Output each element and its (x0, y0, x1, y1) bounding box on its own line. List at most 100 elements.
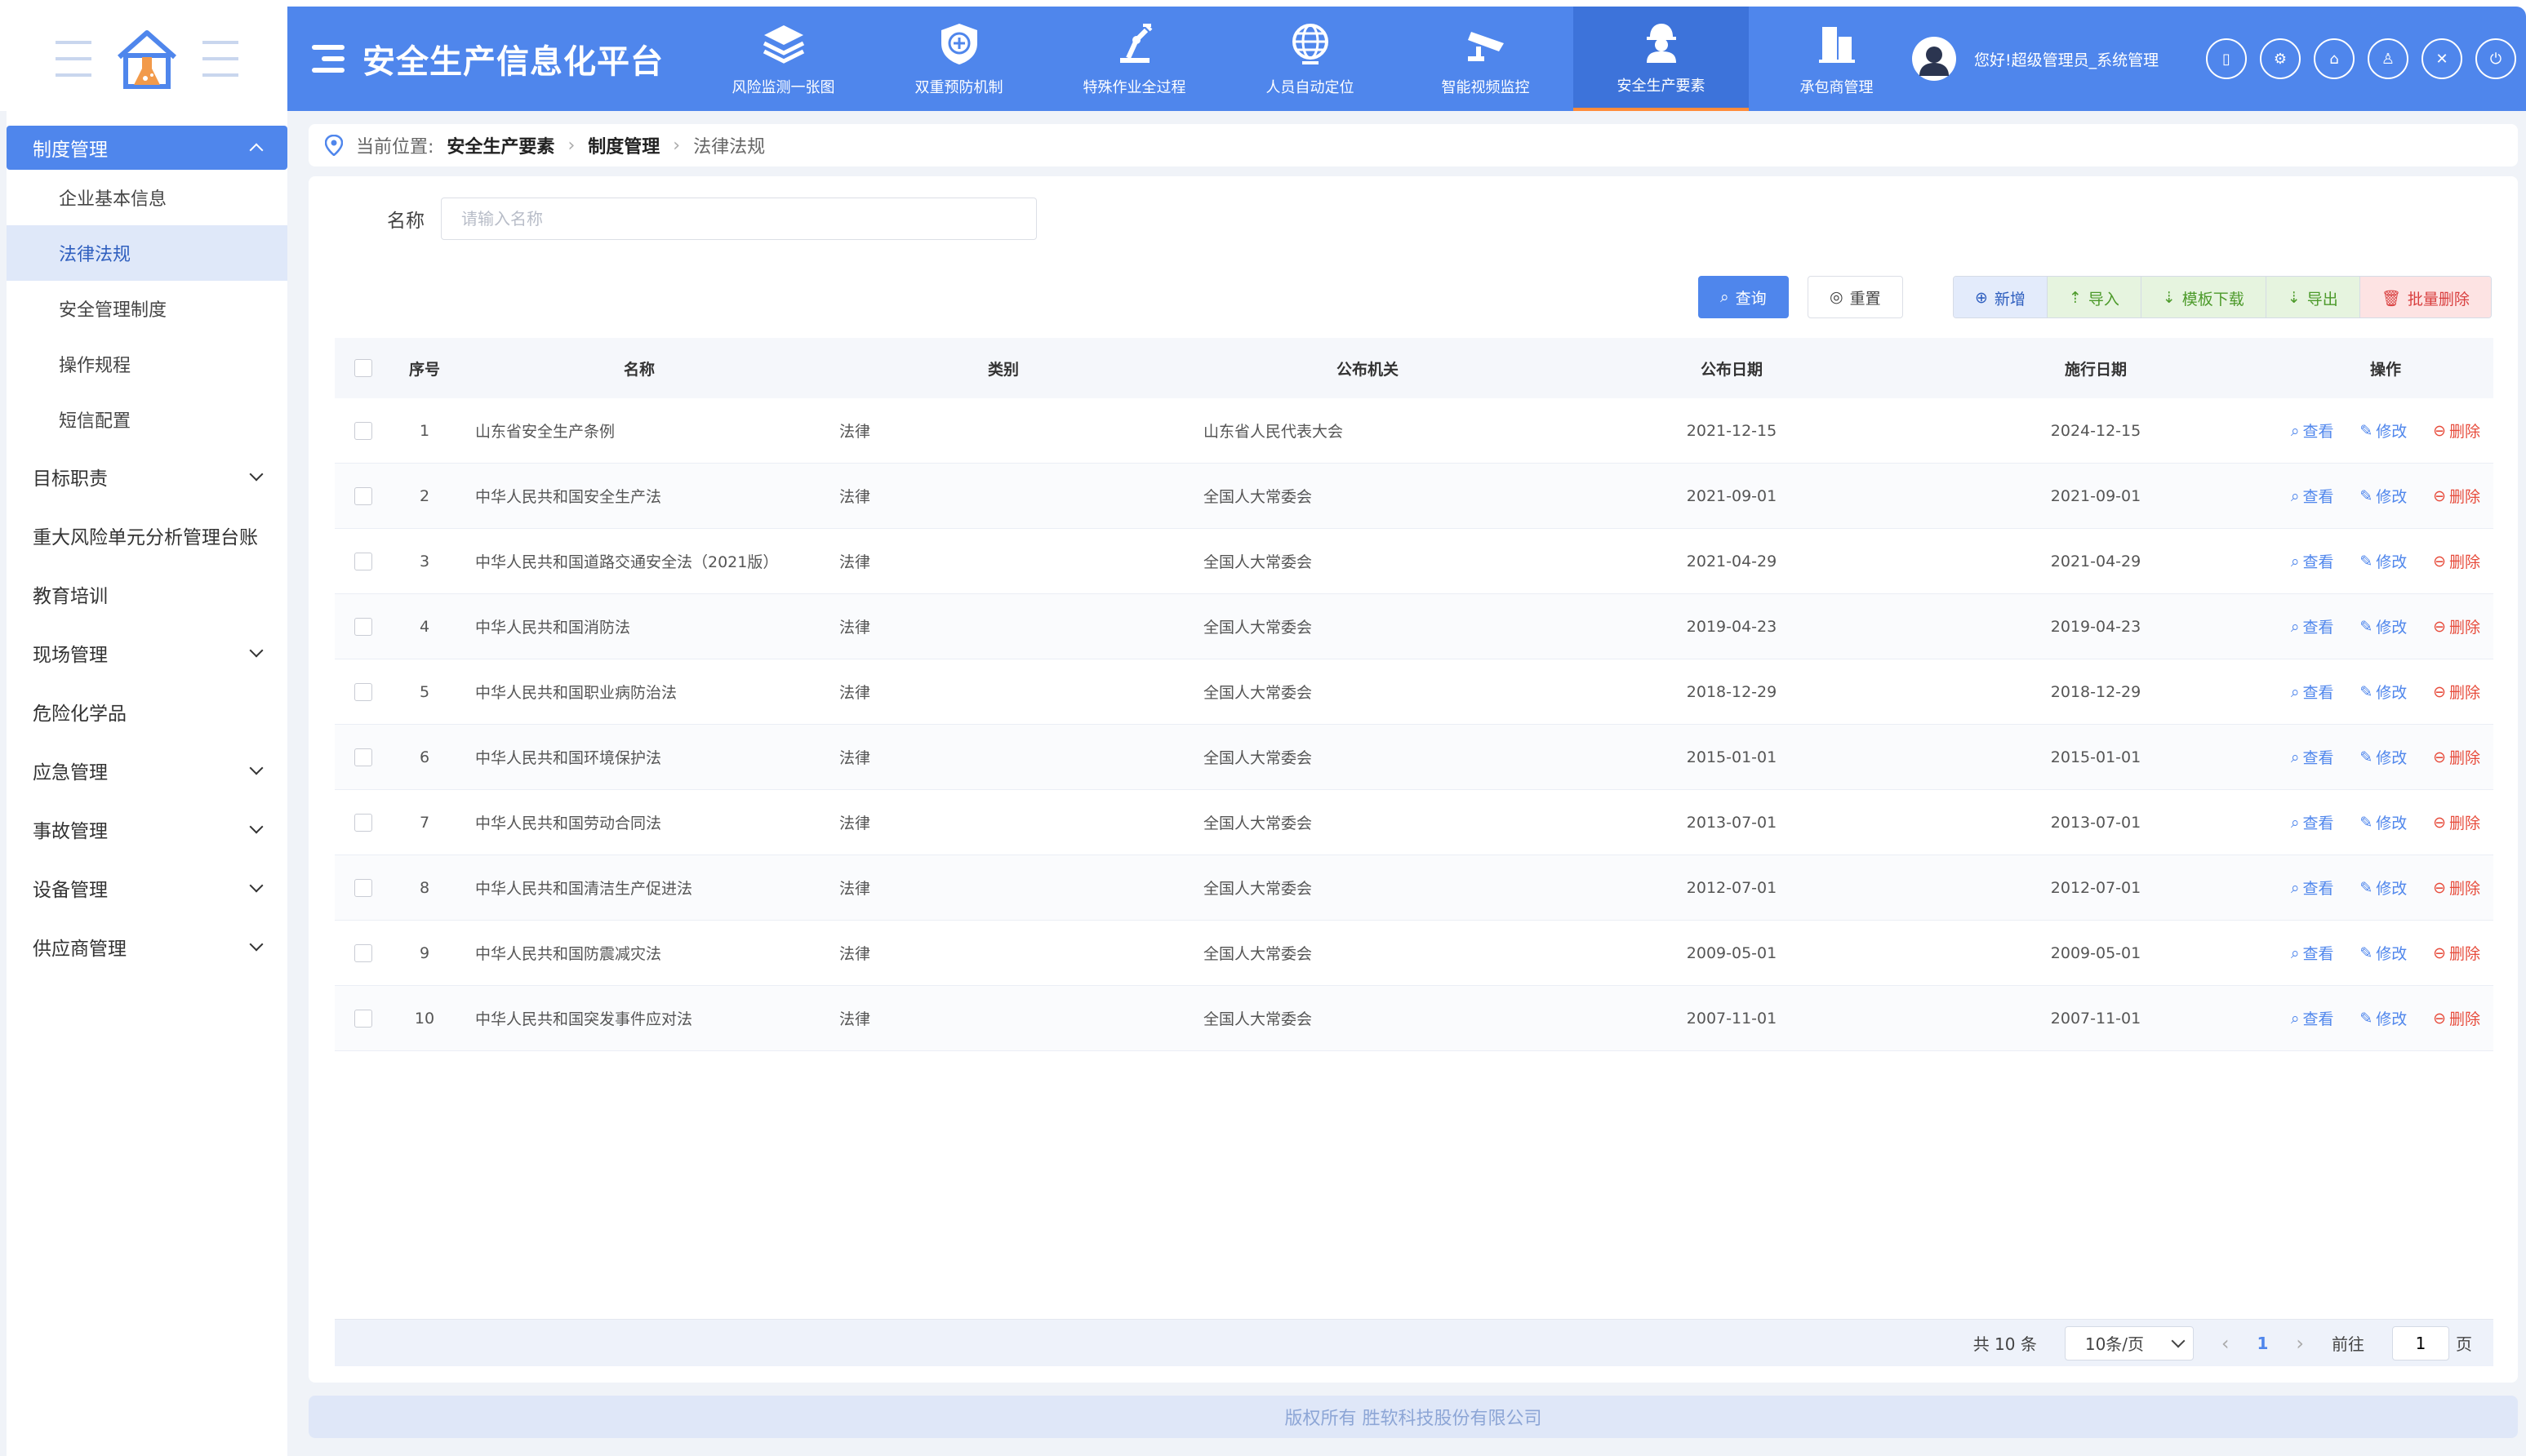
edit-button[interactable]: ✎ 修改 (2359, 1007, 2407, 1029)
sidebar-group-targets[interactable]: 目标职责 (7, 447, 287, 506)
cell-eff-date: 2007-11-01 (2050, 1009, 2141, 1028)
batch-delete-button[interactable]: 🗑 批量删除 (2359, 277, 2491, 317)
delete-button[interactable]: ⊖ 删除 (2433, 877, 2480, 899)
sidebar-item-safety-rules[interactable]: 安全管理制度 (7, 281, 287, 336)
view-button[interactable]: ⌕ 查看 (2291, 681, 2334, 703)
pagination: 共 10 条 10条/页 ‹ 1 › 前往 页 (335, 1319, 2493, 1366)
plus-circle-icon: ⊕ (1975, 289, 1988, 307)
row-checkbox[interactable] (354, 552, 372, 570)
sidebar-item-operation-rules[interactable]: 操作规程 (7, 336, 287, 392)
col-type: 类别 (987, 360, 1019, 379)
cell-name: 中华人民共和国突发事件应对法 (475, 1010, 693, 1028)
row-checkbox[interactable] (354, 1009, 372, 1028)
view-button[interactable]: ⌕ 查看 (2291, 746, 2334, 768)
nav-video-monitor[interactable]: 智能视频监控 (1398, 7, 1573, 111)
page-size-select[interactable]: 10条/页 (2064, 1325, 2194, 1361)
edit-button[interactable]: ✎ 修改 (2359, 419, 2407, 442)
edit-button[interactable]: ✎ 修改 (2359, 615, 2407, 637)
sidebar-item-company-info[interactable]: 企业基本信息 (7, 170, 287, 225)
row-checkbox[interactable] (354, 943, 372, 962)
nav-personnel-location[interactable]: 人员自动定位 (1222, 7, 1398, 111)
delete-button[interactable]: ⊖ 删除 (2433, 942, 2480, 964)
delete-button[interactable]: ⊖ 删除 (2433, 681, 2480, 703)
cell-org: 全国人大常委会 (1203, 684, 1313, 702)
select-all-checkbox[interactable] (354, 359, 372, 377)
tablet-icon[interactable]: ▯ (2206, 38, 2247, 79)
fullscreen-icon[interactable]: ✕ (2421, 38, 2462, 79)
breadcrumb-item-elements[interactable]: 安全生产要素 (447, 132, 554, 158)
hamburger-menu-icon[interactable] (312, 45, 345, 73)
sidebar-group-emergency[interactable]: 应急管理 (7, 741, 287, 800)
delete-button[interactable]: ⊖ 删除 (2433, 615, 2480, 637)
delete-button[interactable]: ⊖ 删除 (2433, 811, 2480, 833)
sidebar-group-chemicals[interactable]: 危险化学品 (7, 682, 287, 741)
gear-icon[interactable]: ⚙ (2260, 38, 2301, 79)
sidebar: 制度管理 企业基本信息 法律法规 安全管理制度 操作规程 短信配置 目标职责 重… (7, 111, 287, 1456)
query-button[interactable]: ⌕ 查询 (1698, 276, 1789, 318)
edit-button[interactable]: ✎ 修改 (2359, 485, 2407, 507)
search-input[interactable] (441, 198, 1037, 240)
edit-button[interactable]: ✎ 修改 (2359, 811, 2407, 833)
current-page[interactable]: 1 (2257, 1334, 2268, 1353)
nav-contractor[interactable]: 承包商管理 (1749, 7, 1924, 111)
edit-button[interactable]: ✎ 修改 (2359, 942, 2407, 964)
sidebar-group-equipment[interactable]: 设备管理 (7, 859, 287, 917)
edit-button[interactable]: ✎ 修改 (2359, 746, 2407, 768)
cell-pub-date: 2021-09-01 (1686, 486, 1777, 505)
nav-safety-elements[interactable]: 安全生产要素 (1573, 7, 1749, 111)
row-checkbox[interactable] (354, 617, 372, 636)
template-download-button[interactable]: ⇣ 模板下载 (2141, 277, 2266, 317)
view-button[interactable]: ⌕ 查看 (2291, 550, 2334, 572)
view-button[interactable]: ⌕ 查看 (2291, 615, 2334, 637)
view-button[interactable]: ⌕ 查看 (2291, 419, 2334, 442)
avatar[interactable] (1912, 37, 1956, 81)
delete-button[interactable]: ⊖ 删除 (2433, 419, 2480, 442)
goto-page-input[interactable] (2392, 1325, 2449, 1361)
view-button[interactable]: ⌕ 查看 (2291, 942, 2334, 964)
edit-button[interactable]: ✎ 修改 (2359, 681, 2407, 703)
sidebar-group-accident[interactable]: 事故管理 (7, 800, 287, 859)
sidebar-group-system[interactable]: 制度管理 (7, 126, 287, 170)
delete-button[interactable]: ⊖ 删除 (2433, 746, 2480, 768)
export-button[interactable]: ⇣ 导出 (2266, 277, 2360, 317)
power-icon[interactable]: ⏻ (2475, 38, 2516, 79)
prev-page-icon[interactable]: ‹ (2221, 1332, 2230, 1355)
next-page-icon[interactable]: › (2296, 1332, 2304, 1355)
breadcrumb-item-system[interactable]: 制度管理 (588, 132, 660, 158)
app-title: 安全生产信息化平台 (362, 43, 664, 81)
delete-button[interactable]: ⊖ 删除 (2433, 485, 2480, 507)
cell-org: 全国人大常委会 (1203, 880, 1313, 898)
edit-button[interactable]: ✎ 修改 (2359, 877, 2407, 899)
nav-risk-map[interactable]: 风险监测一张图 (696, 7, 871, 111)
delete-button[interactable]: ⊖ 删除 (2433, 1007, 2480, 1029)
cell-eff-date: 2024-12-15 (2050, 421, 2141, 440)
home-icon[interactable]: ⌂ (2314, 38, 2355, 79)
view-button[interactable]: ⌕ 查看 (2291, 485, 2334, 507)
nav-label: 承包商管理 (1799, 79, 1874, 96)
sidebar-item-laws[interactable]: 法律法规 (7, 225, 287, 281)
row-checkbox[interactable] (354, 486, 372, 505)
import-button[interactable]: ⇡ 导入 (2047, 277, 2141, 317)
row-checkbox[interactable] (354, 682, 372, 701)
add-button[interactable]: ⊕ 新增 (1954, 277, 2048, 317)
view-button[interactable]: ⌕ 查看 (2291, 1007, 2334, 1029)
delete-button[interactable]: ⊖ 删除 (2433, 550, 2480, 572)
row-checkbox[interactable] (354, 421, 372, 440)
sidebar-group-site[interactable]: 现场管理 (7, 624, 287, 682)
view-button[interactable]: ⌕ 查看 (2291, 811, 2334, 833)
row-checkbox[interactable] (354, 748, 372, 766)
sidebar-item-sms-config[interactable]: 短信配置 (7, 392, 287, 447)
row-checkbox[interactable] (354, 813, 372, 832)
reset-button[interactable]: ◎ 重置 (1808, 276, 1903, 318)
nav-dual-prevention[interactable]: 双重预防机制 (871, 7, 1047, 111)
nav-special-work[interactable]: 特殊作业全过程 (1047, 7, 1222, 111)
cell-eff-date: 2015-01-01 (2050, 748, 2141, 766)
nav-label: 人员自动定位 (1265, 79, 1354, 96)
edit-button[interactable]: ✎ 修改 (2359, 550, 2407, 572)
view-button[interactable]: ⌕ 查看 (2291, 877, 2334, 899)
shirt-icon[interactable]: ♙ (2368, 38, 2408, 79)
sidebar-group-training[interactable]: 教育培训 (7, 565, 287, 624)
row-checkbox[interactable] (354, 878, 372, 897)
sidebar-group-supplier[interactable]: 供应商管理 (7, 917, 287, 976)
sidebar-group-major-risk[interactable]: 重大风险单元分析管理台账 (7, 506, 287, 565)
